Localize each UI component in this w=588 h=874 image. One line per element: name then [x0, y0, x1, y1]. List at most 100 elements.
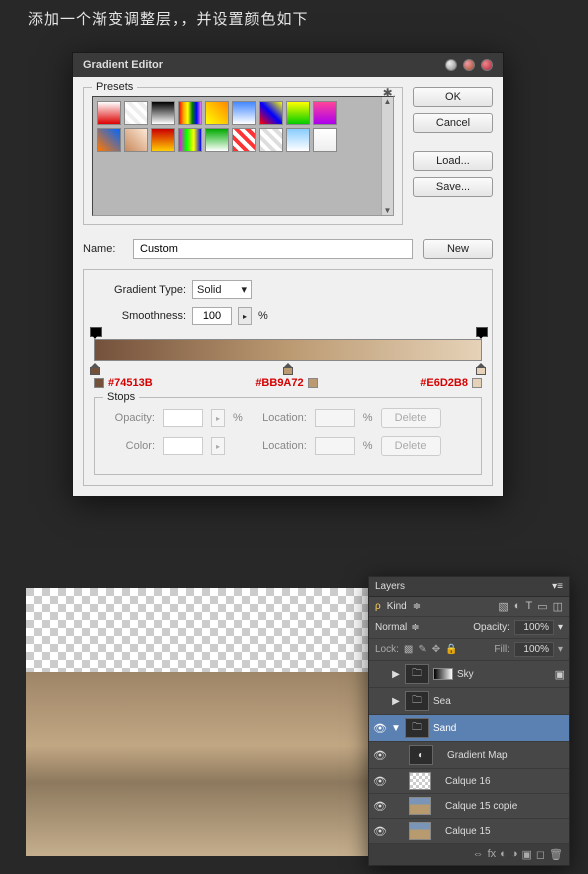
- layers-title: Layers: [375, 581, 405, 592]
- folder-icon: 🗀: [405, 664, 429, 684]
- filter-type-icon[interactable]: T: [525, 600, 532, 613]
- visibility-toggle-icon[interactable]: 👁: [373, 775, 387, 788]
- preset-swatch[interactable]: [178, 101, 202, 125]
- layers-footer: ⇔ fx ◐ ◑ ▣ ◻ 🗑: [369, 844, 569, 865]
- filter-adjust-icon[interactable]: ◐: [514, 600, 521, 613]
- preset-swatch[interactable]: [232, 128, 256, 152]
- smoothness-stepper[interactable]: ▸: [238, 307, 252, 325]
- cancel-button[interactable]: Cancel: [413, 113, 493, 133]
- opacity-stop-left[interactable]: [90, 327, 100, 339]
- load-button[interactable]: Load...: [413, 151, 493, 171]
- smoothness-label: Smoothness:: [94, 310, 186, 322]
- filter-smart-icon[interactable]: ◫: [553, 600, 563, 613]
- preset-swatch[interactable]: [97, 101, 121, 125]
- link-layers-icon[interactable]: ⇔: [473, 848, 484, 861]
- presets-grid: ▲▼: [92, 96, 394, 216]
- visibility-toggle-icon[interactable]: 👁: [373, 722, 387, 735]
- kind-dropdown-icon[interactable]: ≑: [413, 601, 421, 612]
- disclosure-triangle-icon[interactable]: ▼: [391, 723, 401, 734]
- ok-button[interactable]: OK: [413, 87, 493, 107]
- layer-name: Gradient Map: [447, 750, 508, 761]
- layer-name: Sand: [433, 723, 456, 734]
- new-group-icon[interactable]: ▣: [521, 848, 531, 861]
- disclosure-triangle-icon[interactable]: ▶: [391, 696, 401, 707]
- layer-row[interactable]: ▶🗀Sea: [369, 688, 569, 715]
- preset-swatch[interactable]: [313, 101, 337, 125]
- color-stop-3[interactable]: [475, 363, 487, 375]
- stops-label: Stops: [103, 391, 139, 403]
- layer-row[interactable]: 👁Calque 15: [369, 819, 569, 844]
- color-picker-icon: ▸: [211, 437, 225, 455]
- lock-pixels-icon[interactable]: ✎: [418, 644, 426, 655]
- percent-label: %: [363, 440, 373, 452]
- name-input[interactable]: [133, 239, 413, 259]
- fill-value[interactable]: 100%: [514, 642, 554, 657]
- layer-thumbnail: [409, 797, 431, 815]
- adjustment-layer-icon[interactable]: ◑: [511, 848, 518, 861]
- fill-stepper-icon[interactable]: ▾: [558, 644, 563, 655]
- dialog-titlebar[interactable]: Gradient Editor: [73, 53, 503, 77]
- layer-row[interactable]: 👁▼🗀Sand: [369, 715, 569, 742]
- layer-row[interactable]: 👁◐Gradient Map: [369, 742, 569, 769]
- gradient-type-select[interactable]: Solid ▾: [192, 280, 252, 299]
- preset-swatch[interactable]: [313, 128, 337, 152]
- layers-header[interactable]: Layers ▾≡: [369, 577, 569, 597]
- blend-mode-select[interactable]: Normal: [375, 622, 407, 633]
- blend-row: Normal ≑ Opacity: 100% ▾: [369, 617, 569, 639]
- preset-swatch[interactable]: [259, 128, 283, 152]
- opacity-stop-right[interactable]: [476, 327, 486, 339]
- preset-swatch[interactable]: [124, 128, 148, 152]
- preset-swatch[interactable]: [178, 128, 202, 152]
- new-layer-icon[interactable]: ◻: [536, 848, 545, 861]
- gradient-type-value: Solid: [197, 284, 221, 296]
- color-stop-1[interactable]: [89, 363, 101, 375]
- preset-swatch[interactable]: [151, 128, 175, 152]
- visibility-toggle-icon[interactable]: 👁: [373, 749, 387, 762]
- delete-layer-icon[interactable]: 🗑: [549, 848, 563, 861]
- visibility-toggle-icon[interactable]: 👁: [373, 825, 387, 838]
- new-button[interactable]: New: [423, 239, 493, 259]
- preset-swatch[interactable]: [124, 101, 148, 125]
- preset-swatch[interactable]: [286, 128, 310, 152]
- preset-swatch[interactable]: [205, 101, 229, 125]
- link-icon[interactable]: ▣: [555, 668, 565, 681]
- chevron-down-icon: ▾: [241, 283, 247, 296]
- preset-swatch[interactable]: [286, 101, 310, 125]
- close-icon[interactable]: [481, 59, 493, 71]
- opacity-stepper-icon[interactable]: ▾: [558, 622, 563, 633]
- maximize-icon[interactable]: [463, 59, 475, 71]
- preset-swatch[interactable]: [97, 128, 121, 152]
- color-stop-2[interactable]: [282, 363, 294, 375]
- disclosure-triangle-icon[interactable]: ▶: [391, 669, 401, 680]
- presets-scrollbar[interactable]: ▲▼: [381, 97, 393, 215]
- lock-position-icon[interactable]: ✥: [432, 644, 440, 655]
- gradient-bar[interactable]: [94, 339, 482, 361]
- layer-name: Sea: [433, 696, 451, 707]
- sky-mask-thumb: [433, 668, 453, 680]
- preset-swatch[interactable]: [232, 101, 256, 125]
- panel-menu-icon[interactable]: ▾≡: [552, 581, 563, 592]
- preset-swatch[interactable]: [205, 128, 229, 152]
- visibility-toggle-icon[interactable]: 👁: [373, 800, 387, 813]
- minimize-icon[interactable]: [445, 59, 457, 71]
- smoothness-input[interactable]: [192, 307, 232, 325]
- filter-pixel-icon[interactable]: ▧: [498, 600, 508, 613]
- instruction-caption: 添加一个渐变调整层，，并设置颜色如下: [0, 0, 588, 37]
- preset-swatch[interactable]: [151, 101, 175, 125]
- opacity-value[interactable]: 100%: [514, 620, 554, 635]
- opacity-stop-label: Opacity:: [105, 412, 155, 424]
- filter-shape-icon[interactable]: ▭: [537, 600, 547, 613]
- layer-row[interactable]: ▶🗀Sky▣: [369, 661, 569, 688]
- color-stop-label: Color:: [105, 440, 155, 452]
- preset-swatch[interactable]: [259, 101, 283, 125]
- layer-style-icon[interactable]: fx: [488, 848, 497, 861]
- kind-label: Kind: [387, 601, 407, 612]
- layer-row[interactable]: 👁Calque 16: [369, 769, 569, 794]
- layer-row[interactable]: 👁Calque 15 copie: [369, 794, 569, 819]
- lock-transparency-icon[interactable]: ▩: [404, 644, 413, 655]
- lock-all-icon[interactable]: 🔒: [445, 644, 457, 655]
- save-button[interactable]: Save...: [413, 177, 493, 197]
- layer-mask-icon[interactable]: ◐: [500, 848, 507, 861]
- color-code-3: #E6D2B8: [420, 377, 468, 389]
- dialog-title: Gradient Editor: [83, 59, 163, 71]
